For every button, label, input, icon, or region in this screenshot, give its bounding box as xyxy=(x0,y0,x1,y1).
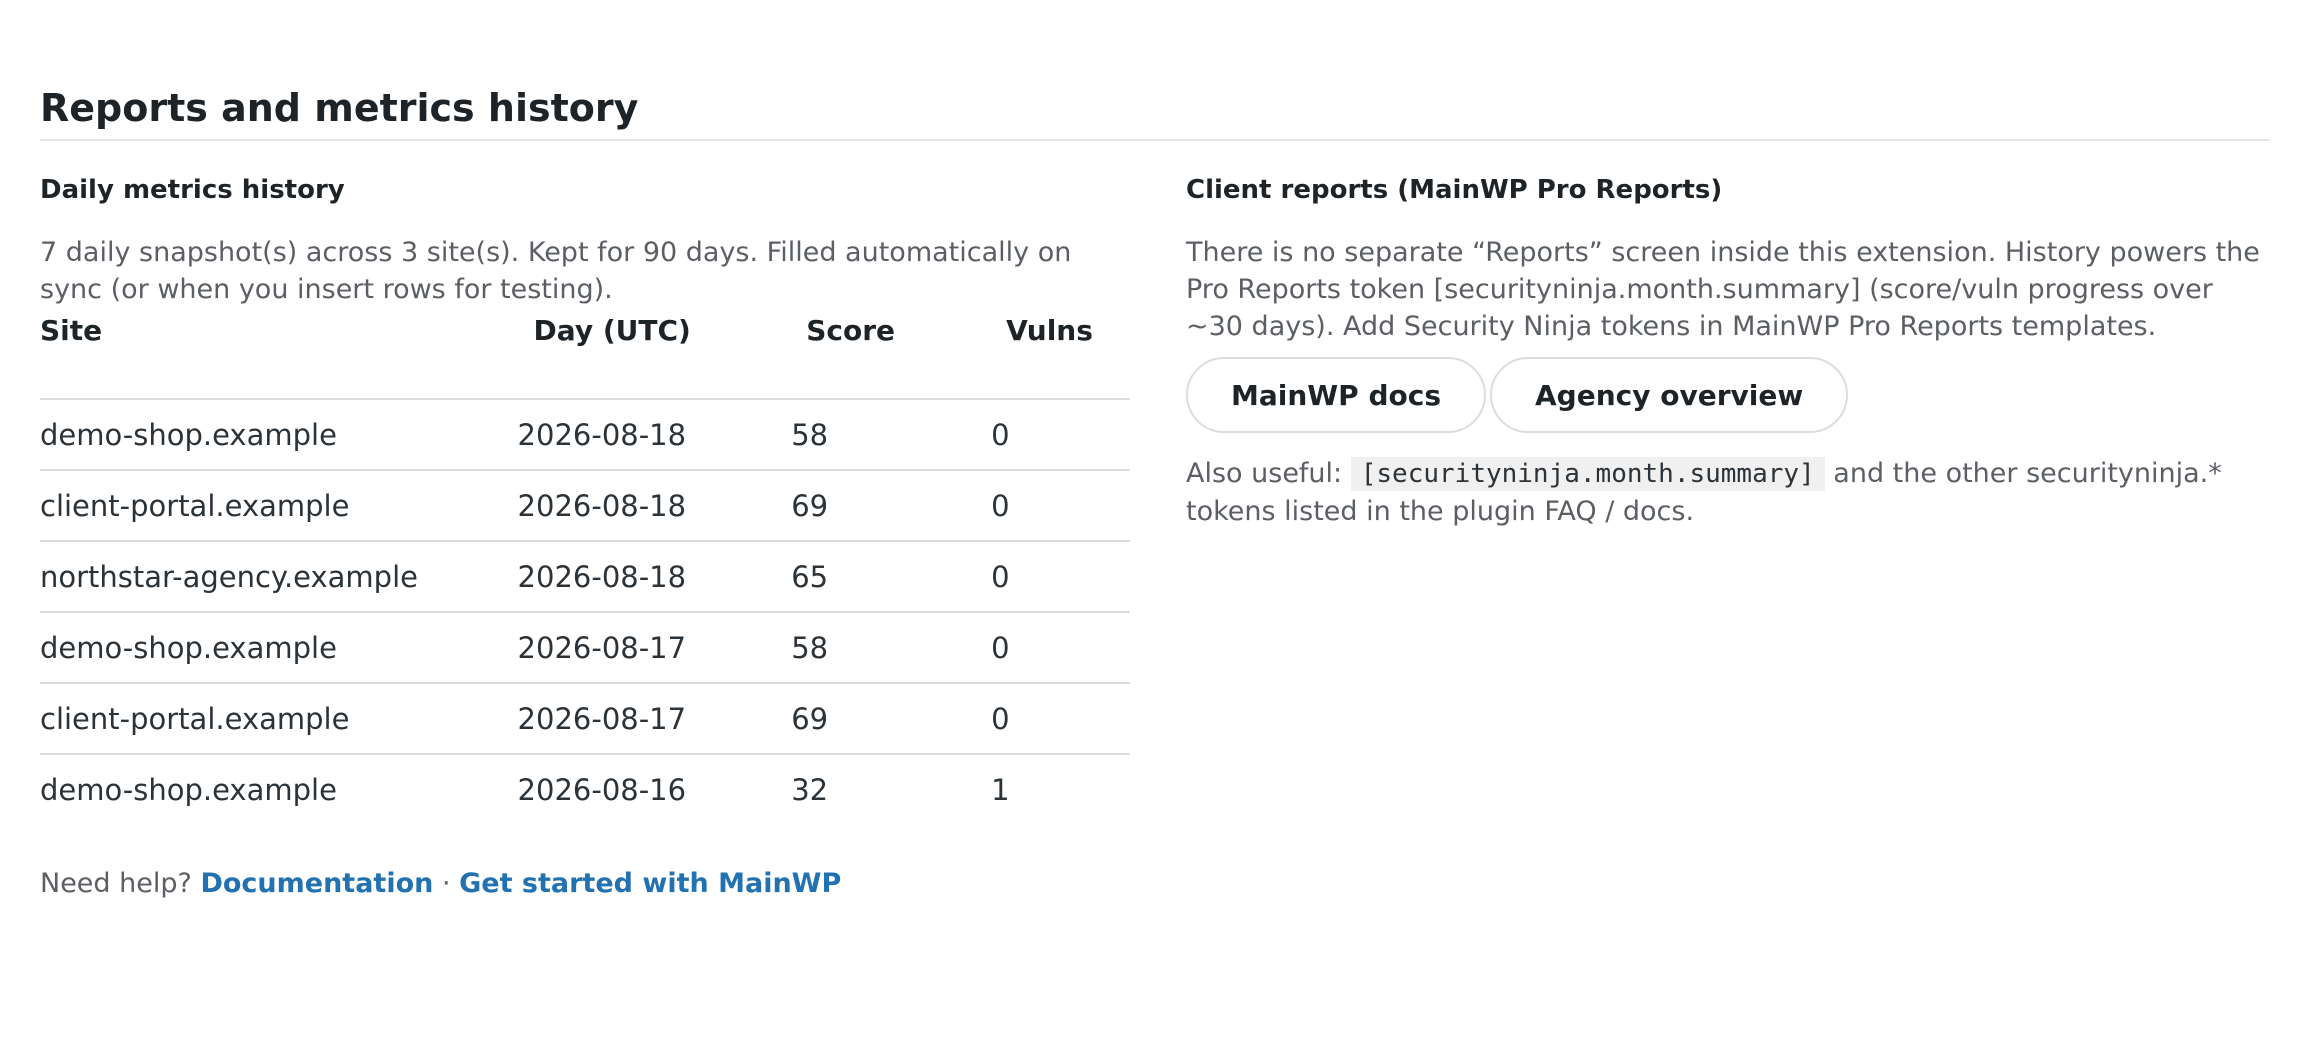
reports-page: Reports and metrics history Daily metric… xyxy=(0,0,2300,1050)
help-separator: · xyxy=(441,868,451,899)
also-useful-note: Also useful: [securityninja.month.summar… xyxy=(1186,455,2270,531)
row-score: 69 xyxy=(791,470,992,542)
page-title: Reports and metrics history xyxy=(40,86,639,130)
help-line: Need help? Documentation · Get started w… xyxy=(40,864,1130,904)
table-row: client-portal.example 2026-08-17 69 0 xyxy=(40,683,1130,755)
row-day: 2026-08-17 xyxy=(517,683,792,755)
row-vulns: 0 xyxy=(991,541,1130,613)
metrics-description: 7 daily snapshot(s) across 3 site(s). Ke… xyxy=(40,237,1072,305)
help-prefix: Need help? xyxy=(40,868,192,899)
metrics-table: Site Day (UTC) Score Vulns demo-shop.exa… xyxy=(40,314,1130,824)
row-site: northstar-agency.example xyxy=(40,541,518,613)
row-score: 58 xyxy=(791,399,992,471)
row-day: 2026-08-16 xyxy=(517,772,687,807)
table-row: demo-shop.example 2026-08-16 32 1 xyxy=(40,754,1130,824)
row-score: 65 xyxy=(791,541,992,613)
row-site: demo-shop.example xyxy=(40,772,337,807)
row-vulns: 0 xyxy=(991,612,1130,684)
row-vulns: 1 xyxy=(991,772,1010,807)
column-header-day: Day (UTC) xyxy=(517,314,792,400)
row-vulns: 0 xyxy=(991,470,1130,542)
reports-button-row: MainWP docs Agency overview xyxy=(1186,357,2270,433)
table-header-row: Site Day (UTC) Score Vulns xyxy=(40,314,1130,400)
row-day: 2026-08-18 xyxy=(517,541,792,613)
reports-section-title: Client reports (MainWP Pro Reports) xyxy=(1186,175,1723,205)
row-score: 58 xyxy=(791,612,992,684)
mainwp-docs-button[interactable]: MainWP docs xyxy=(1186,357,1486,433)
column-header-vulns: Vulns xyxy=(991,314,1130,400)
title-divider xyxy=(40,139,2270,141)
row-site: demo-shop.example xyxy=(40,399,518,471)
row-score: 32 xyxy=(791,772,829,807)
documentation-link[interactable]: Documentation xyxy=(200,868,433,899)
table-row: demo-shop.example 2026-08-18 58 0 xyxy=(40,399,1130,471)
row-score: 69 xyxy=(791,683,992,755)
column-header-score: Score xyxy=(791,314,992,400)
also-useful-prefix: Also useful: xyxy=(1186,458,1343,489)
row-site: client-portal.example xyxy=(40,470,518,542)
row-site: client-portal.example xyxy=(40,683,518,755)
summary-token-code: [securityninja.month.summary] xyxy=(1350,457,1825,491)
table-row: demo-shop.example 2026-08-17 58 0 xyxy=(40,612,1130,684)
row-vulns: 0 xyxy=(991,399,1130,471)
column-header-site: Site xyxy=(40,314,518,400)
row-day: 2026-08-18 xyxy=(517,470,792,542)
metrics-history-section: Daily metrics history 7 daily snapshot(s… xyxy=(40,170,1130,904)
table-row: client-portal.example 2026-08-18 69 0 xyxy=(40,470,1130,542)
metrics-section-title: Daily metrics history xyxy=(40,175,345,205)
row-vulns: 0 xyxy=(991,683,1130,755)
reports-description: There is no separate “Reports” screen in… xyxy=(1186,237,2260,342)
get-started-link[interactable]: Get started with MainWP xyxy=(459,868,841,899)
row-day: 2026-08-17 xyxy=(517,612,792,684)
row-day: 2026-08-18 xyxy=(517,399,792,471)
table-row: northstar-agency.example 2026-08-18 65 0 xyxy=(40,541,1130,613)
client-reports-section: Client reports (MainWP Pro Reports) Ther… xyxy=(1186,170,2270,531)
row-site: demo-shop.example xyxy=(40,612,518,684)
agency-overview-button[interactable]: Agency overview xyxy=(1490,357,1849,433)
